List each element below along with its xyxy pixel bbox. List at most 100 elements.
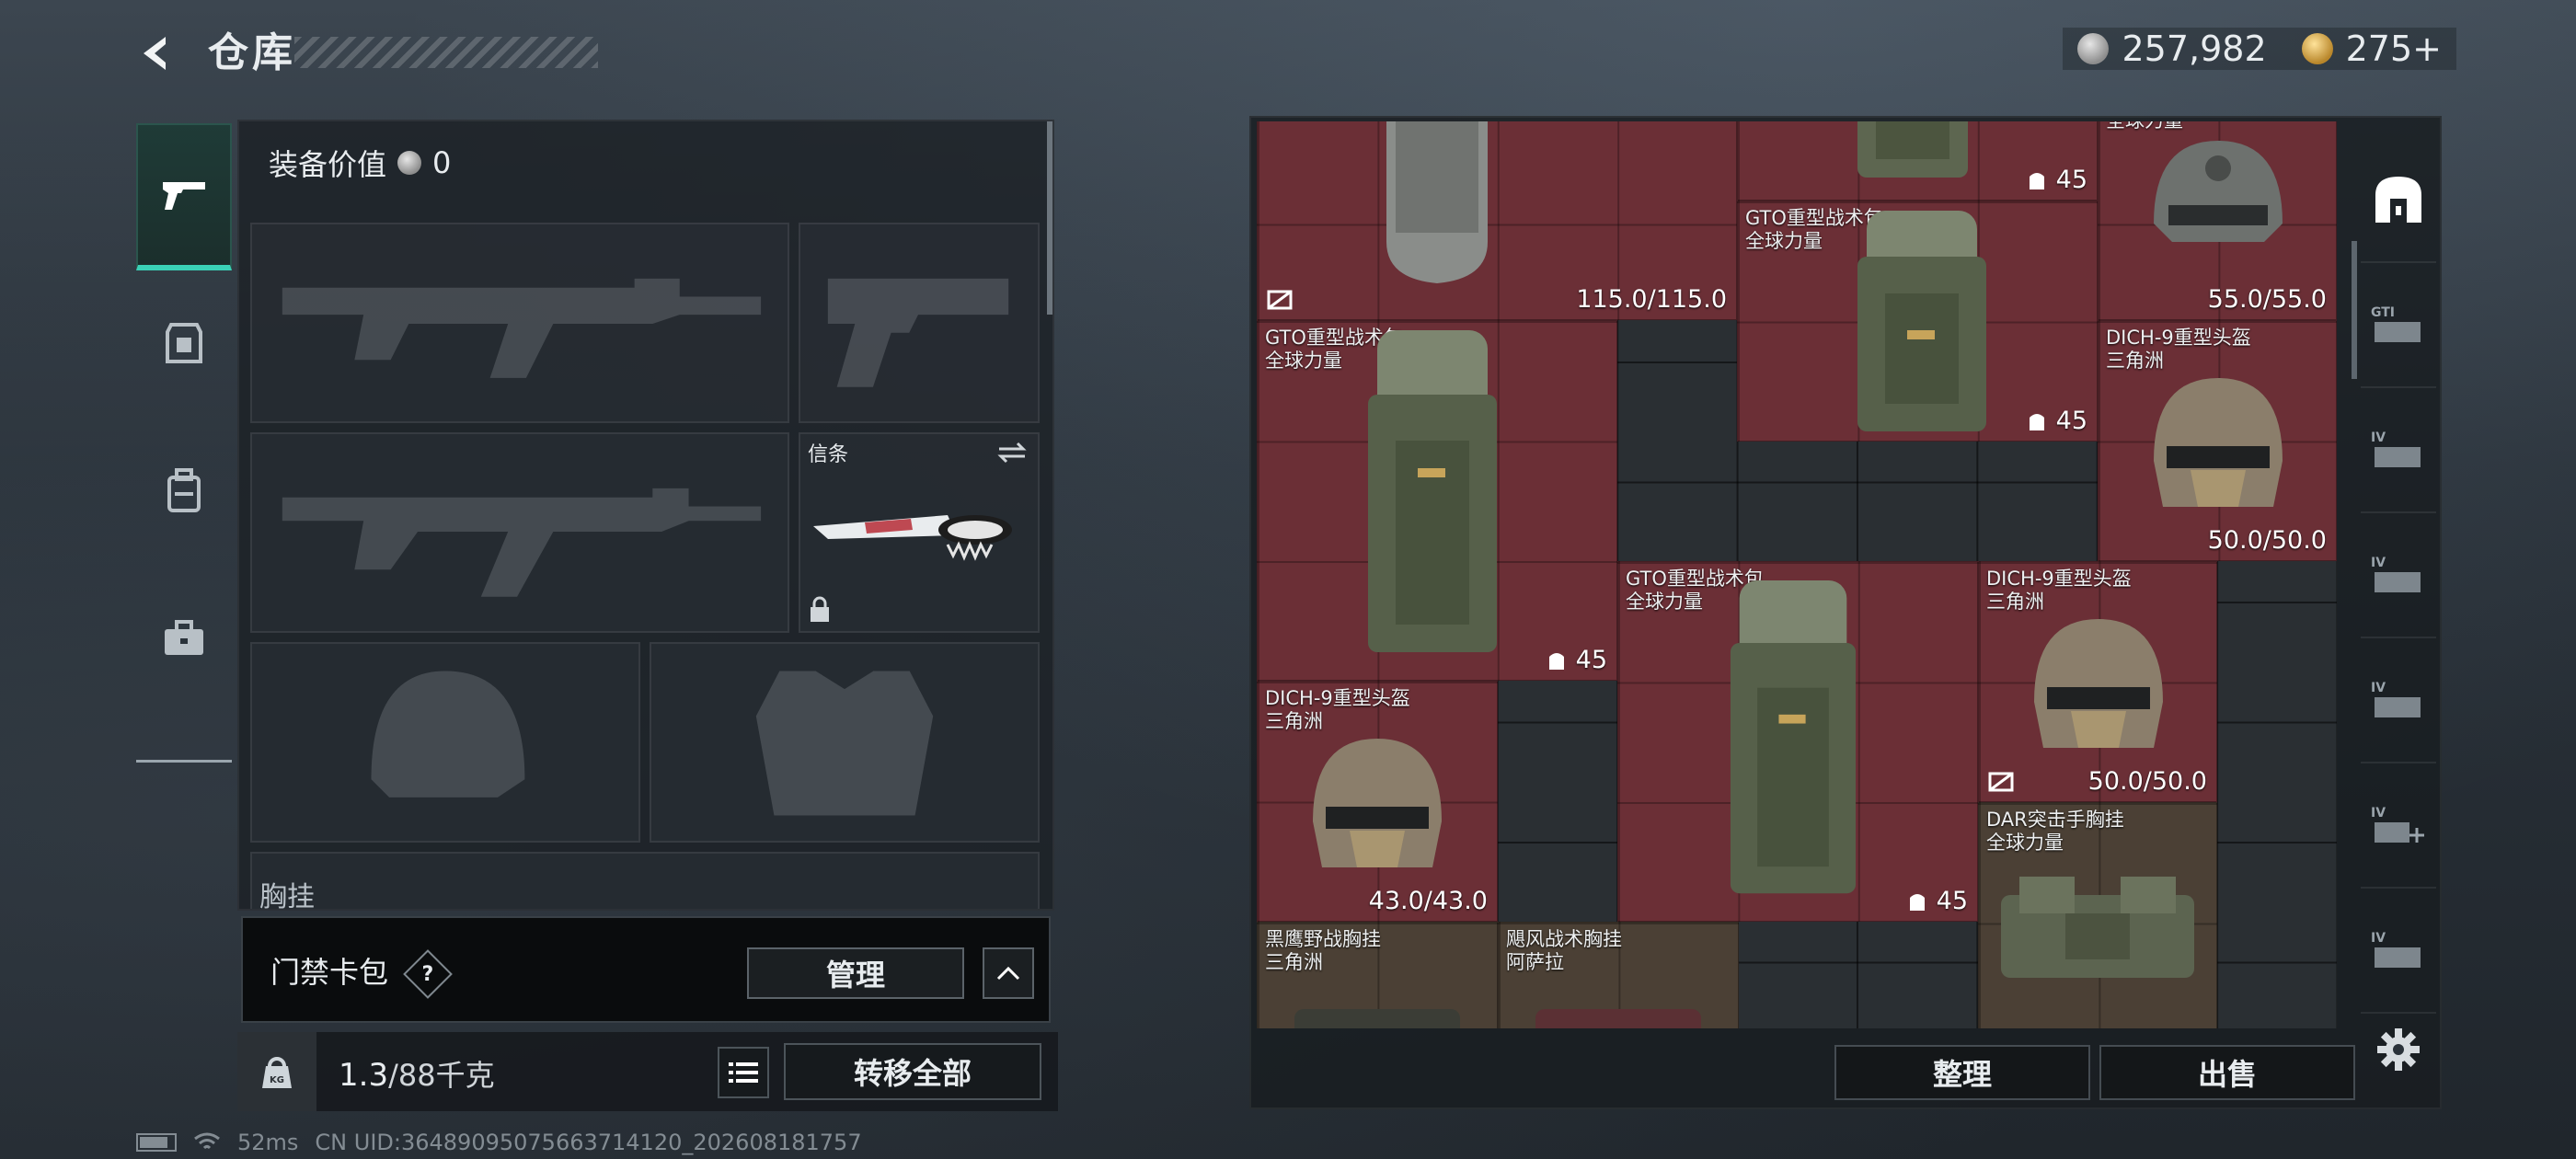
inventory-item[interactable]: DAR突击手胸挂 全球力量	[1978, 802, 2217, 1028]
helmet-item-icon	[2154, 378, 2283, 507]
inventory-item[interactable]: DICH-9重型头盔 三角洲 43.0/43.0	[1257, 681, 1498, 922]
tab-container-tier4-d[interactable]: IV	[2361, 889, 2436, 1014]
rifle-silhouette-icon	[282, 278, 762, 378]
sidebar-item-weapons[interactable]	[136, 123, 232, 270]
loadout-panel: 装备价值 0 信条 胸挂	[237, 120, 1054, 911]
rifle-silhouette-icon	[282, 488, 762, 597]
tier4-add-icon: IV	[2371, 806, 2424, 843]
settings-button[interactable]	[2370, 1021, 2427, 1078]
lock-icon	[811, 596, 829, 622]
sort-button[interactable]: 整理	[1834, 1045, 2090, 1100]
sidebar-item-armor[interactable]	[136, 270, 232, 418]
item-label: 飓风战术胸挂 阿萨拉	[1506, 928, 1622, 973]
collapse-button[interactable]	[983, 947, 1034, 999]
inventory-item[interactable]: 45	[1737, 121, 2098, 201]
melee-slot[interactable]: 信条	[799, 432, 1040, 633]
backpack-icon	[167, 468, 201, 512]
silver-coin-icon	[397, 151, 422, 175]
inventory-item[interactable]: DICH-9重型头盔 三角洲 50.0/50.0	[1978, 561, 2217, 802]
gold-coin-icon	[2301, 33, 2333, 64]
chest-rig-item-icon	[1294, 1009, 1460, 1028]
inventory-item[interactable]: GTO重型战术包 全球力量 45	[1257, 320, 1617, 681]
weight-readout: 1.3/88千克	[339, 1057, 495, 1094]
item-durability: 115.0/115.0	[1576, 285, 1727, 314]
list-view-button[interactable]	[718, 1047, 769, 1098]
melee-label: 信条	[808, 443, 849, 466]
equip-value-amount: 0	[432, 145, 452, 180]
helmet-item-icon	[1313, 739, 1442, 867]
card-bag-bar: 门禁卡包 ? 管理	[241, 916, 1051, 1023]
inventory-item[interactable]: 黑鹰野战胸挂 三角洲	[1257, 922, 1498, 1028]
sidebar-item-backpack[interactable]	[136, 418, 232, 565]
secondary-rifle-slot[interactable]	[250, 432, 789, 633]
inventory-item[interactable]: DICH-9重型头盔 三角洲 50.0/50.0	[2098, 320, 2337, 561]
svg-text:KG: KG	[270, 1075, 284, 1085]
gold-amount[interactable]: 275+	[2346, 29, 2442, 69]
helmet-slot[interactable]	[250, 642, 640, 843]
item-label: DICH-9重型头盔 三角洲	[1986, 568, 2132, 613]
backpack-small-icon	[2029, 413, 2044, 430]
item-label: DICH-9重型头盔 三角洲	[2106, 327, 2251, 372]
inventory-scrollbar[interactable]	[2352, 241, 2357, 379]
status-line: 52ms CN UID:364890950756637141​20_202608…	[136, 1130, 862, 1155]
back-button[interactable]	[129, 26, 184, 81]
tab-container-tier4-a[interactable]: IV	[2361, 388, 2436, 513]
helmet-item-icon	[2154, 141, 2283, 242]
inventory-item[interactable]: 115.0/115.0	[1257, 121, 1737, 320]
svg-text:IV: IV	[2371, 681, 2386, 695]
title-decoration	[294, 37, 598, 68]
body-armor-slot[interactable]	[650, 642, 1040, 843]
inventory-item[interactable]: GTO重型战术包 全球力量 45	[1737, 201, 2098, 442]
item-durability: 43.0/43.0	[1368, 887, 1488, 915]
inventory-item[interactable]: GTO重型战术包 全球力量 45	[1617, 561, 1978, 922]
svg-text:IV: IV	[2371, 806, 2386, 820]
battery-icon	[136, 1133, 177, 1152]
item-label: DICH-9重型头盔 三角洲	[1265, 687, 1410, 732]
chevron-up-icon	[996, 966, 1020, 981]
chest-rig-label: 胸挂	[259, 881, 315, 911]
inventory-item[interactable]: 全球力量 55.0/55.0	[2098, 121, 2337, 320]
back-arrow-icon	[144, 37, 166, 70]
armor-icon	[166, 323, 202, 363]
vest-item-icon	[1386, 121, 1488, 283]
briefcase-icon	[165, 620, 203, 655]
no-durability-icon	[1988, 772, 2014, 792]
loadout-scrollbar[interactable]	[1047, 121, 1052, 315]
sidebar-item-kit[interactable]	[136, 565, 232, 712]
tab-container-tier4-b[interactable]: IV	[2361, 513, 2436, 638]
secondary-weapon-slot[interactable]	[799, 223, 1040, 423]
svg-text:IV: IV	[2371, 556, 2386, 570]
help-icon[interactable]: ?	[403, 949, 454, 999]
manage-button[interactable]: 管理	[747, 947, 964, 999]
weight-icon: KG	[237, 1032, 316, 1111]
tab-safe-box[interactable]	[2361, 138, 2436, 263]
page-title: 仓库	[208, 29, 296, 76]
sell-button[interactable]: 出售	[2099, 1045, 2355, 1100]
silver-coin-icon	[2077, 33, 2110, 64]
gti-icon: GTI	[2371, 305, 2421, 342]
transfer-all-button[interactable]: 转移全部	[784, 1043, 1041, 1100]
tier4-icon: IV	[2371, 681, 2421, 717]
container-tabs: GTI IV IV IV IV IV	[2361, 138, 2436, 1014]
tab-container-tier4-c[interactable]: IV	[2361, 638, 2436, 763]
item-durability: 55.0/55.0	[2207, 285, 2327, 314]
primary-weapon-slot[interactable]	[250, 223, 789, 423]
item-durability: 50.0/50.0	[2087, 767, 2207, 796]
backpack-small-icon	[1909, 893, 1925, 911]
helmet-item-icon	[2034, 619, 2163, 748]
pistol-icon	[163, 182, 205, 210]
svg-text:IV: IV	[2371, 931, 2386, 946]
wifi-icon	[194, 1132, 220, 1150]
chest-rig-slot[interactable]	[250, 852, 1040, 909]
helmet-silhouette-icon	[371, 671, 525, 798]
card-bag-label: 门禁卡包 ?	[270, 949, 454, 999]
swap-icon[interactable]	[995, 440, 1029, 465]
tier4-icon: IV	[2371, 931, 2421, 968]
vest-silhouette-icon	[755, 671, 934, 816]
tab-container-tier4-add[interactable]: IV	[2361, 763, 2436, 889]
backpack-small-icon	[1548, 652, 1564, 670]
tab-container-gti[interactable]: GTI	[2361, 263, 2436, 388]
tier4-icon: IV	[2371, 430, 2421, 467]
item-label: 黑鹰野战胸挂 三角洲	[1265, 928, 1381, 973]
inventory-item[interactable]: 飓风战术胸挂 阿萨拉	[1498, 922, 1739, 1028]
